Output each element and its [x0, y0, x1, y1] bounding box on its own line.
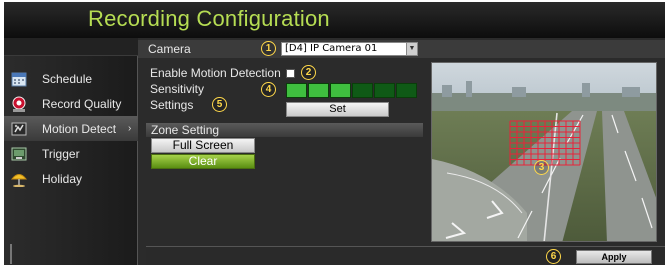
sidebar-bottom-divider: [10, 244, 12, 264]
camera-select[interactable]: [D4] IP Camera 01 ▼: [281, 42, 418, 56]
sensitivity-segment[interactable]: [396, 83, 417, 98]
sidebar: Schedule Record Quality Motion Detect › …: [4, 38, 138, 265]
window-title: Recording Configuration: [88, 6, 330, 31]
sensitivity-segment[interactable]: [286, 83, 307, 98]
sidebar-item-label: Record Quality: [42, 96, 122, 111]
sensitivity-segment[interactable]: [374, 83, 395, 98]
sidebar-item-label: Trigger: [42, 146, 80, 161]
trigger-icon: [11, 146, 27, 162]
sidebar-item-label: Holiday: [42, 171, 83, 186]
sensitivity-label: Sensitivity: [150, 82, 205, 96]
main-panel: Camera [D4] IP Camera 01 ▼ 1 Enable Moti…: [138, 38, 665, 265]
callout-marker-2: 2: [301, 65, 316, 80]
sidebar-header-strip: [4, 38, 138, 56]
set-button[interactable]: Set: [286, 102, 389, 117]
camera-select-value: [D4] IP Camera 01: [285, 43, 378, 54]
chevron-right-icon: ›: [128, 123, 132, 134]
enable-motion-detection-checkbox[interactable]: [286, 69, 295, 78]
clear-button[interactable]: Clear: [151, 154, 255, 169]
sidebar-item-motion-detect[interactable]: Motion Detect ›: [4, 116, 138, 141]
motion-detect-icon: [11, 121, 27, 137]
app-window: Recording Configuration Schedule Record …: [4, 2, 665, 265]
camera-label: Camera: [148, 42, 191, 56]
callout-marker-5: 5: [212, 97, 227, 112]
holiday-umbrella-icon: [11, 171, 27, 187]
sensitivity-segment[interactable]: [330, 83, 351, 98]
full-screen-button[interactable]: Full Screen: [151, 138, 255, 153]
sidebar-item-holiday[interactable]: Holiday: [4, 166, 138, 191]
callout-marker-1: 1: [261, 41, 276, 56]
zone-setting-title: Zone Setting: [151, 123, 220, 137]
title-bar: Recording Configuration: [4, 2, 665, 38]
sensitivity-slider[interactable]: [286, 83, 418, 98]
sensitivity-segment[interactable]: [308, 83, 329, 98]
chevron-down-icon[interactable]: ▼: [406, 43, 417, 55]
settings-label: Settings: [150, 98, 194, 112]
sensitivity-segment[interactable]: [352, 83, 373, 98]
sidebar-item-trigger[interactable]: Trigger: [4, 141, 138, 166]
record-quality-icon: [11, 96, 27, 112]
sidebar-item-record-quality[interactable]: Record Quality: [4, 91, 138, 116]
camera-bar: Camera [D4] IP Camera 01 ▼ 1: [138, 40, 665, 58]
apply-button[interactable]: Apply: [576, 250, 652, 264]
zone-setting-header: Zone Setting: [146, 123, 423, 137]
calendar-icon: [11, 71, 27, 87]
camera-preview-image: [432, 63, 656, 241]
camera-preview[interactable]: 3: [431, 62, 657, 242]
callout-marker-6: 6: [546, 249, 561, 264]
sidebar-item-schedule[interactable]: Schedule: [4, 66, 138, 91]
callout-marker-4: 4: [261, 82, 276, 97]
enable-motion-detection-label: Enable Motion Detection: [150, 66, 281, 80]
sidebar-item-label: Motion Detect: [42, 121, 117, 136]
sidebar-item-label: Schedule: [42, 71, 93, 86]
callout-marker-3: 3: [534, 160, 549, 175]
